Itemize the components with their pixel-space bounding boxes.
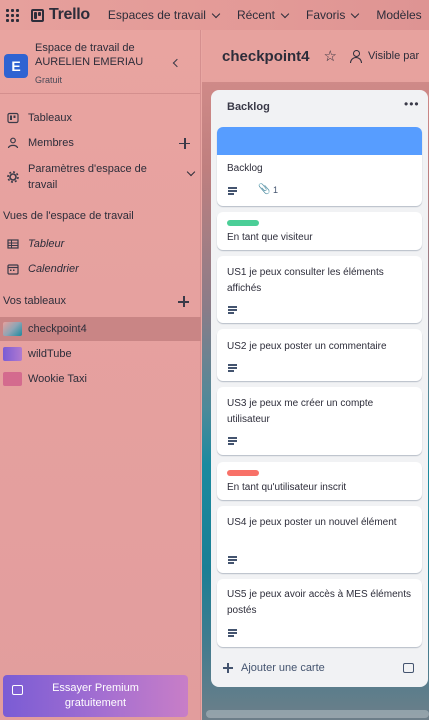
trello-logo-icon [31,8,44,22]
card-title: US3 je peux me créer un compte utilisate… [227,398,374,425]
sidebar-item-settings[interactable]: Paramètres d'espace de travail [0,161,201,193]
add-card-label: Ajouter une carte [241,662,325,674]
calendar-icon [7,264,19,275]
card-title: US5 je peux avoir accès à MES éléments p… [227,589,411,616]
sidebar-view-calendar-label: Calendrier [28,263,79,275]
nav-templates-label: Modèles [376,8,422,22]
try-premium-label: Essayer Premium gratuitement [52,682,139,709]
chevron-down-icon [186,167,196,177]
card-template-icon[interactable] [403,663,414,673]
nav-workspaces-label: Espaces de travail [107,8,206,22]
sidebar-view-table-label: Tableur [28,238,65,250]
card-registered-user[interactable]: En tant qu'utilisateur inscrit [217,462,422,500]
paperclip-icon: 📎 [258,184,271,195]
description-icon [228,437,237,445]
card-label-green [227,220,259,226]
add-board-icon[interactable] [178,296,189,307]
description-icon [228,306,237,314]
description-icon [228,629,237,637]
nav-recent-label: Récent [236,8,275,22]
chevron-down-icon [211,9,221,18]
apps-grid-icon[interactable] [6,8,19,22]
card-us5[interactable]: US5 je peux avoir accès à MES éléments p… [217,579,422,647]
card-visitor[interactable]: En tant que visiteur [217,212,422,250]
sidebar-item-boards-label: Tableaux [28,112,73,124]
sidebar-board-wildtube[interactable]: wildTube [0,342,201,366]
sidebar-item-members-label: Membres [28,137,74,149]
card-label-red [227,470,259,476]
card-us4[interactable]: US4 je peux poster un nouvel élément [217,506,422,573]
nav-starred-label: Favoris [305,8,346,22]
trello-logo-text: Trello [49,6,90,23]
top-bar: Trello Espaces de travail Récent Favoris… [0,0,429,30]
sidebar-item-members[interactable]: Membres [0,135,201,151]
board-thumbnail [3,372,22,386]
gear-icon [7,171,19,183]
list-title[interactable]: Backlog [227,101,270,113]
list-backlog: Backlog ••• Backlog 📎 1 En tant que visi… [211,90,428,687]
nav-workspaces-menu[interactable]: Espaces de travail [107,8,221,22]
nav-starred-menu[interactable]: Favoris [305,8,360,22]
sidebar-item-boards[interactable]: Tableaux [0,110,201,126]
sidebar-board-label: checkpoint4 [28,323,87,335]
workspace-views-title: Vues de l'espace de travail [3,210,134,222]
card-title: US4 je peux poster un nouvel élément [227,517,397,528]
card-us2[interactable]: US2 je peux poster un commentaire [217,329,422,381]
card-us3[interactable]: US3 je peux me créer un compte utilisate… [217,387,422,455]
try-premium-button[interactable]: Essayer Premium gratuitement [3,675,188,717]
sidebar-item-settings-label: Paramètres d'espace de travail [28,163,147,191]
table-icon [7,239,19,249]
sidebar-view-table[interactable]: Tableur [0,236,201,252]
board-icon [7,112,19,124]
chevron-down-icon [351,9,360,18]
trello-logo[interactable]: Trello [31,6,90,24]
card-us1[interactable]: US1 je peux consulter les éléments affic… [217,256,422,323]
card-title: En tant que visiteur [227,232,313,243]
description-icon [228,556,237,564]
chevron-down-icon [280,9,290,18]
card-title: US1 je peux consulter les éléments affic… [227,267,384,294]
sidebar-board-label: Wookie Taxi [28,373,87,385]
nav-templates-menu[interactable]: Modèles [376,8,421,22]
sidebar-board-wookie-taxi[interactable]: Wookie Taxi [0,367,201,391]
card-backlog[interactable]: Backlog 📎 1 [217,127,422,206]
workspace-sidebar: E Espace de travail de AURELIEN EMERIAU … [0,30,201,720]
premium-icon [12,685,23,695]
card-cover [217,127,422,155]
sidebar-view-calendar[interactable]: Calendrier [0,261,201,277]
card-title: En tant qu'utilisateur inscrit [227,482,347,493]
card-title: US2 je peux poster un commentaire [227,341,387,352]
board-title[interactable]: checkpoint4 [222,48,310,65]
board-thumbnail [3,322,22,336]
board-thumbnail [3,347,22,361]
board-canvas: checkpoint4 ☆ Visible par Backlog ••• Ba… [202,30,429,720]
sidebar-board-label: wildTube [28,348,72,360]
description-icon [228,187,237,195]
add-member-icon[interactable] [179,137,190,149]
visibility-icon[interactable] [349,50,362,63]
workspace-avatar[interactable]: E [4,54,28,78]
person-icon [7,137,19,149]
more-icon[interactable]: ••• [404,97,420,111]
description-icon [228,364,237,372]
horizontal-scrollbar[interactable] [206,710,429,718]
card-title: Backlog [227,163,263,174]
workspace-name[interactable]: Espace de travail de AURELIEN EMERIAU [35,41,165,69]
plus-icon [223,663,233,673]
board-header: checkpoint4 ☆ Visible par [202,30,429,82]
add-card-button[interactable]: Ajouter une carte [223,662,325,674]
nav-recent-menu[interactable]: Récent [236,8,290,22]
collapse-sidebar-icon[interactable] [172,58,182,68]
your-boards-title: Vos tableaux [3,295,66,307]
visibility-label[interactable]: Visible par [368,50,419,62]
workspace-plan: Gratuit [35,75,63,85]
workspace-header: E Espace de travail de AURELIEN EMERIAU … [0,30,200,94]
star-icon[interactable]: ☆ [324,47,337,65]
sidebar-board-checkpoint4[interactable]: checkpoint4 [0,317,201,341]
attachment-count: 1 [273,185,279,195]
